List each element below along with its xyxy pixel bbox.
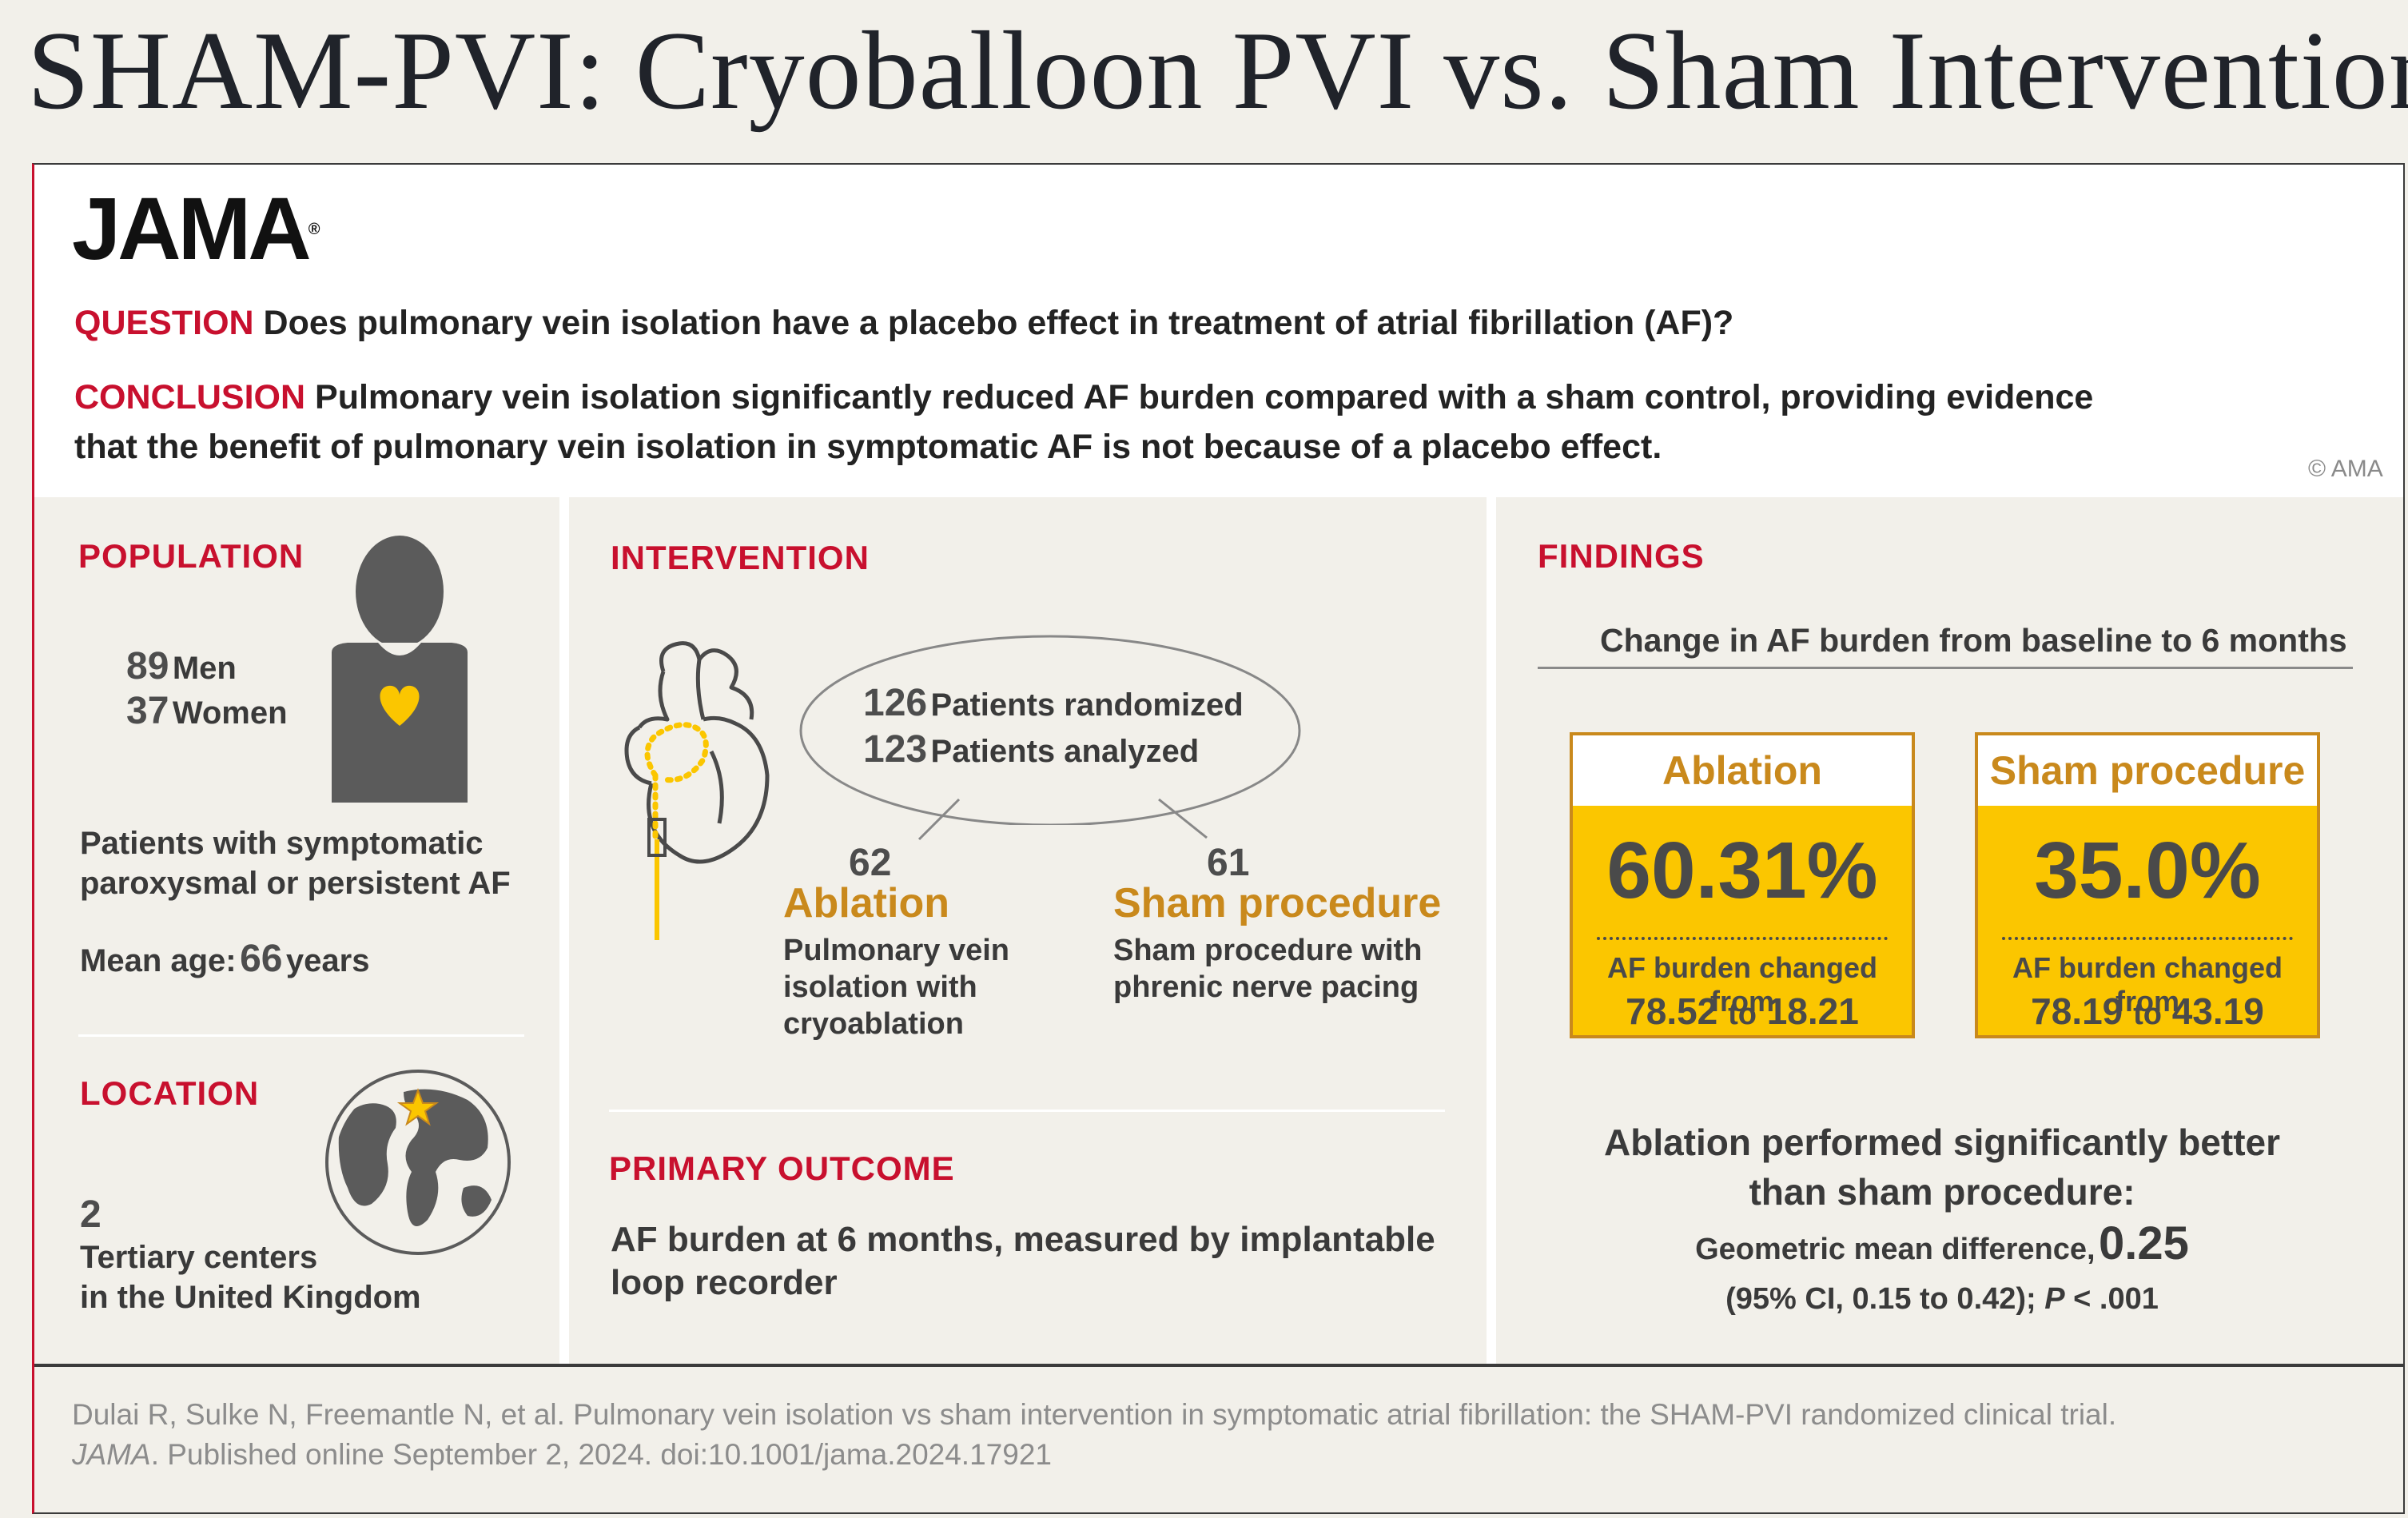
findings-summary: Ablation performed significantly better … — [1538, 1118, 2346, 1217]
gmd-value: 0.25 — [2099, 1217, 2189, 1269]
citation-journal: JAMA — [72, 1438, 151, 1471]
page-title: SHAM-PVI: Cryoballoon PVI vs. Sham Inter… — [27, 9, 2408, 133]
ablation-result-range: 78.52 to 18.21 — [1573, 990, 1912, 1033]
analyzed-label: Patients analyzed — [930, 734, 1200, 769]
ablation-to: 18.21 — [1766, 990, 1859, 1032]
question-text: Does pulmonary vein isolation have a pla… — [263, 304, 1734, 342]
ablation-desc-line1: Pulmonary vein — [783, 934, 1009, 967]
ablation-result-box: Ablation 60.31% AF burden changed from 7… — [1570, 732, 1915, 1038]
men-count: 89 — [126, 645, 169, 687]
ablation-result-label: Ablation — [1573, 735, 1912, 806]
ablation-from: 78.52 — [1626, 990, 1718, 1032]
section-divider — [609, 1110, 1445, 1112]
sham-desc-line2: phrenic nerve pacing — [1113, 970, 1419, 1004]
heart-catheter-icon — [624, 641, 770, 940]
footer-divider — [34, 1364, 2403, 1367]
location-line2: in the United Kingdom — [80, 1280, 421, 1315]
branch-lines — [917, 798, 1208, 841]
age-value: 66 — [240, 938, 283, 980]
location-count: 2 — [80, 1193, 101, 1236]
conclusion-text-line1: Pulmonary vein isolation significantly r… — [315, 378, 2094, 416]
age-unit: years — [285, 943, 370, 978]
jama-logo-text: JAMA — [72, 180, 312, 278]
gmd-stat: Geometric mean difference, 0.25 — [1538, 1217, 2346, 1270]
primary-outcome-heading: PRIMARY OUTCOME — [609, 1149, 955, 1187]
column-divider — [1487, 497, 1496, 1365]
copyright: © AMA — [2308, 456, 2383, 482]
summary-line2: than sham procedure: — [1749, 1171, 2135, 1213]
analyzed-stat: 123 Patients analyzed — [863, 727, 1199, 771]
citation: Dulai R, Sulke N, Freemantle N, et al. P… — [72, 1395, 2374, 1475]
sham-arm-count: 61 — [1207, 842, 1250, 884]
sham-to-word: to — [2133, 998, 2162, 1031]
primary-outcome-text: AF burden at 6 months, measured by impla… — [611, 1218, 1435, 1305]
question: QUESTION Does pulmonary vein isolation h… — [74, 304, 1733, 343]
conclusion: CONCLUSION Pulmonary vein isolation sign… — [74, 373, 2093, 472]
jama-logo: JAMA® — [72, 180, 320, 278]
p-value: < .001 — [2064, 1282, 2159, 1316]
conclusion-text-line2: that the benefit of pulmonary vein isola… — [74, 428, 1662, 466]
women-stat: 37 Women — [126, 689, 288, 733]
question-label: QUESTION — [74, 304, 254, 342]
ablation-to-word: to — [1728, 998, 1757, 1031]
gmd-label: Geometric mean difference, — [1695, 1233, 2096, 1266]
sham-result-range: 78.19 to 43.19 — [1978, 990, 2317, 1033]
ci-text: (95% CI, 0.15 to 0.42); P < .001 — [1538, 1282, 2346, 1317]
randomized-label: Patients randomized — [930, 687, 1244, 723]
location-line1: Tertiary centers — [80, 1240, 318, 1275]
intervention-heading: INTERVENTION — [611, 539, 870, 576]
ci-values: (95% CI, 0.15 to 0.42); — [1725, 1282, 2045, 1316]
ablation-result-value: 60.31% — [1606, 826, 1878, 915]
mean-age: Mean age: 66 years — [80, 937, 369, 981]
findings-subtitle: Change in AF burden from baseline to 6 m… — [1600, 622, 2347, 659]
sham-arm-desc: Sham procedure with phrenic nerve pacing — [1113, 932, 1422, 1006]
location-heading: LOCATION — [80, 1074, 260, 1112]
globe-icon — [325, 1070, 511, 1255]
summary-line1: Ablation performed significantly better — [1604, 1122, 2280, 1163]
primary-outcome-line2: loop recorder — [611, 1263, 838, 1302]
ablation-arm-desc: Pulmonary vein isolation with cryoablati… — [783, 932, 1009, 1042]
ablation-arm-name: Ablation — [783, 880, 949, 926]
men-stat: 89 Men — [126, 644, 237, 688]
sham-to: 43.19 — [2171, 990, 2264, 1032]
population-desc-line2: paroxysmal or persistent AF — [80, 866, 511, 901]
ablation-desc-line3: cryoablation — [783, 1007, 964, 1041]
person-icon — [332, 536, 468, 803]
ablation-desc-line2: isolation with — [783, 970, 977, 1004]
sham-result-box: Sham procedure 35.0% AF burden changed f… — [1975, 732, 2320, 1038]
analyzed-count: 123 — [863, 728, 928, 771]
sham-from: 78.19 — [2031, 990, 2123, 1032]
dotted-rule — [2002, 937, 2293, 940]
ablation-arm-count: 62 — [849, 842, 892, 884]
findings-heading: FINDINGS — [1538, 537, 1705, 575]
randomized-count: 126 — [863, 682, 928, 724]
men-label: Men — [172, 651, 237, 686]
women-label: Women — [172, 695, 288, 731]
age-label: Mean age: — [80, 943, 237, 978]
randomized-stat: 126 Patients randomized — [863, 681, 1244, 725]
population-heading: POPULATION — [78, 537, 304, 575]
sham-desc-line1: Sham procedure with — [1113, 934, 1423, 967]
sham-result-label: Sham procedure — [1978, 735, 2317, 806]
population-desc-line1: Patients with symptomatic — [80, 826, 484, 861]
citation-line2: . Published online September 2, 2024. do… — [150, 1438, 1052, 1471]
location-description: Tertiary centers in the United Kingdom — [80, 1237, 421, 1317]
section-divider — [78, 1034, 524, 1037]
primary-outcome-line1: AF burden at 6 months, measured by impla… — [611, 1220, 1435, 1259]
citation-line1: Dulai R, Sulke N, Freemantle N, et al. P… — [72, 1398, 2117, 1431]
p-label: P — [2044, 1282, 2065, 1316]
sham-arm-name: Sham procedure — [1113, 880, 1442, 926]
population-description: Patients with symptomatic paroxysmal or … — [80, 823, 511, 903]
women-count: 37 — [126, 690, 169, 732]
column-divider — [559, 497, 569, 1365]
findings-subtitle-rule — [1538, 667, 2353, 669]
conclusion-label: CONCLUSION — [74, 378, 306, 416]
dotted-rule — [1597, 937, 1888, 940]
sham-result-value: 35.0% — [2034, 826, 2261, 915]
